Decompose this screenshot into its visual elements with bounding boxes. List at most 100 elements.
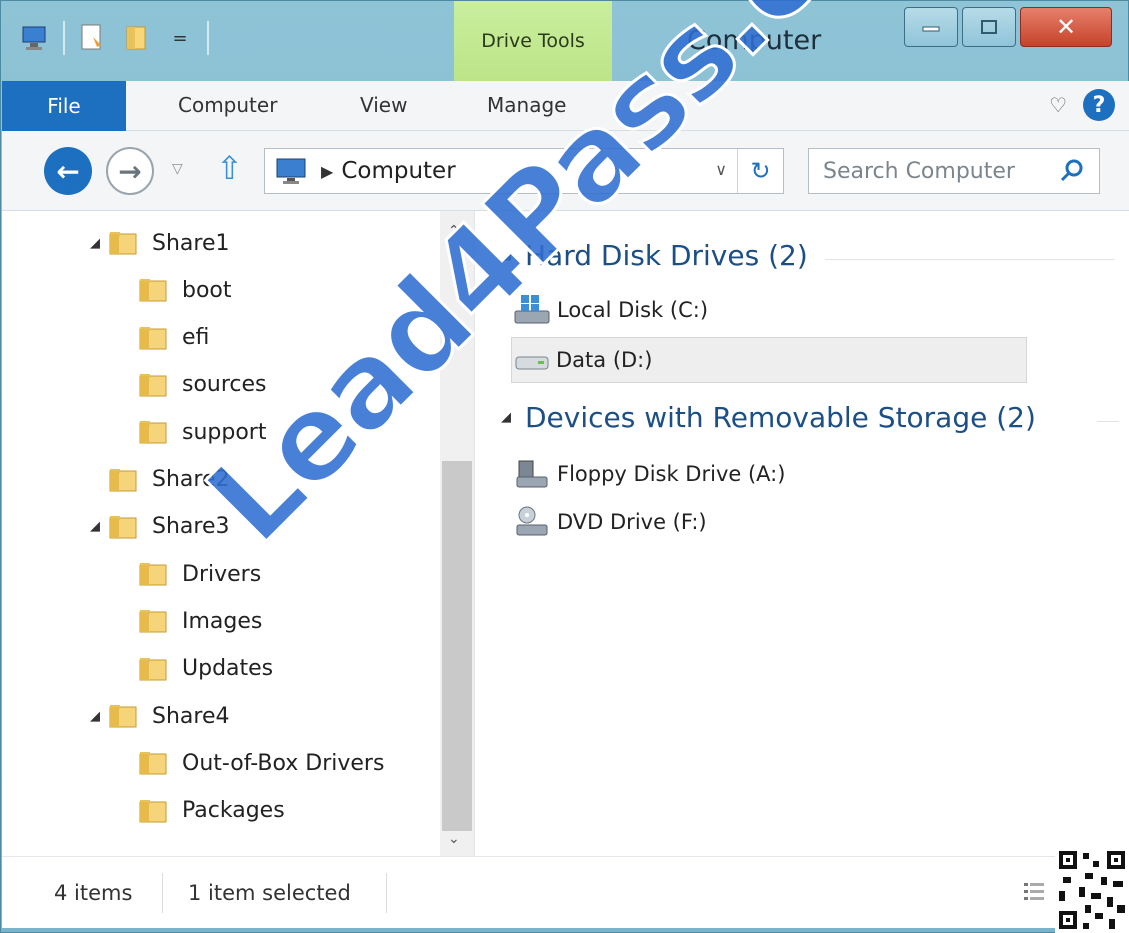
window-title: Computer [687, 25, 822, 56]
title-bar: = Drive Tools Computer ✕ [1, 1, 1129, 81]
tree-item[interactable]: ◢ Share4 [90, 696, 229, 736]
navigation-pane-scrollbar[interactable]: ⌃ ⌄ [440, 211, 474, 856]
qr-code-icon [1055, 847, 1129, 933]
tree-item[interactable]: Share2 [90, 460, 229, 500]
back-arrow-icon: ← [56, 154, 80, 188]
address-bar[interactable]: ▶ Computer ∨ ↻ [264, 148, 784, 194]
folder-icon [138, 654, 170, 684]
ribbon-tabs: File Computer View Manage ♡ ? [2, 81, 1129, 131]
tree-item-label: efi [182, 325, 210, 351]
breadcrumb-separator-icon[interactable]: ▶ [321, 162, 333, 181]
ribbon-right-controls: ♡ ? [1049, 89, 1115, 121]
tree-item[interactable]: Packages [134, 791, 285, 831]
collapse-group-icon[interactable]: ◢ [501, 248, 511, 263]
folder-icon [138, 606, 170, 636]
close-button[interactable]: ✕ [1020, 7, 1112, 47]
scroll-up-icon[interactable]: ⌃ [448, 223, 460, 239]
drive-tools-context-tab: Drive Tools [454, 1, 612, 81]
explorer-window: = Drive Tools Computer ✕ File Computer V… [0, 0, 1129, 933]
maximize-button[interactable] [962, 7, 1016, 47]
search-icon[interactable] [1057, 156, 1087, 186]
folder-icon [138, 559, 170, 589]
expanded-node-icon[interactable]: ◢ [90, 519, 108, 534]
tree-item-label: support [182, 419, 267, 445]
details-view-icon[interactable] [1022, 879, 1048, 905]
search-input[interactable]: Search Computer [808, 148, 1100, 194]
expanded-node-icon[interactable]: ◢ [90, 236, 108, 251]
folder-icon [138, 796, 170, 826]
tab-view[interactable]: View [360, 93, 407, 117]
item-count: 4 items [54, 881, 133, 905]
computer-icon [276, 158, 306, 184]
new-folder-icon[interactable] [119, 21, 153, 55]
tree-item-label: Drivers [182, 561, 262, 587]
minimize-icon [922, 26, 940, 32]
tree-item[interactable]: Images [134, 601, 262, 641]
tree-item[interactable]: efi [134, 318, 209, 358]
folder-icon [108, 465, 140, 495]
forward-button[interactable]: → [106, 147, 154, 195]
tree-item[interactable]: Out-of-Box Drivers [134, 743, 384, 783]
scrollbar-thumb[interactable] [442, 461, 472, 831]
collapse-group-icon[interactable]: ◢ [501, 410, 511, 425]
refresh-button[interactable]: ↻ [737, 149, 783, 193]
hard-drive-icon [515, 356, 549, 370]
properties-icon[interactable] [75, 21, 109, 55]
content-pane: ◢ Hard Disk Drives (2) Local Disk (C:) D… [475, 211, 1129, 856]
group-header-hard-disk-drives[interactable]: ◢ Hard Disk Drives (2) [501, 239, 808, 272]
tree-item-label: Updates [182, 656, 274, 682]
help-icon[interactable]: ? [1083, 89, 1115, 121]
computer-icon[interactable] [19, 21, 53, 55]
dvd-drive-icon [516, 506, 548, 536]
tree-item-label: sources [182, 372, 267, 398]
quick-access-toolbar: = [19, 21, 209, 55]
drive-label: Data (D:) [556, 348, 653, 372]
tree-item-label: Share4 [152, 703, 230, 729]
maximize-icon [981, 20, 997, 34]
local-disk-icon [514, 295, 550, 324]
selection-count: 1 item selected [188, 881, 351, 905]
back-button[interactable]: ← [44, 147, 92, 195]
toolbar-divider [207, 21, 209, 55]
folder-icon [138, 275, 170, 305]
status-bar: 4 items 1 item selected [2, 856, 1129, 928]
minimize-button[interactable] [904, 7, 958, 47]
tree-item[interactable]: Updates [134, 649, 273, 689]
status-divider [386, 873, 387, 913]
drive-item[interactable]: Local Disk (C:) [513, 287, 708, 333]
tree-item-label: Share1 [152, 230, 230, 256]
group-header-removable-storage[interactable]: ◢ Devices with Removable Storage (2) [501, 401, 1036, 434]
breadcrumb-computer[interactable]: Computer [341, 158, 455, 184]
drive-label: Floppy Disk Drive (A:) [557, 462, 786, 486]
up-arrow-icon: ⇧ [216, 149, 243, 187]
refresh-icon: ↻ [750, 157, 771, 185]
floppy-drive-icon [516, 460, 548, 488]
tree-item-label: Out-of-Box Drivers [182, 750, 385, 776]
group-divider [1097, 421, 1119, 422]
expanded-node-icon[interactable]: ◢ [90, 709, 108, 724]
folder-icon [138, 323, 170, 353]
tree-item[interactable]: boot [134, 270, 232, 310]
drive-item[interactable]: DVD Drive (F:) [513, 499, 707, 545]
drive-item-selected[interactable]: Data (D:) [511, 337, 1027, 383]
tab-file[interactable]: File [2, 81, 126, 131]
recent-locations-dropdown[interactable]: ▽ [172, 161, 183, 177]
tree-item[interactable]: ◢ Share1 [90, 223, 229, 263]
tree-item[interactable]: support [134, 412, 266, 452]
drive-label: Local Disk (C:) [557, 298, 709, 322]
close-icon: ✕ [1055, 13, 1077, 41]
tab-computer[interactable]: Computer [178, 93, 277, 117]
scroll-down-icon[interactable]: ⌄ [448, 831, 460, 847]
expand-ribbon-icon[interactable]: ♡ [1049, 93, 1067, 117]
customize-toolbar-icon[interactable]: = [163, 21, 197, 55]
up-button[interactable]: ⇧ [216, 149, 243, 187]
group-divider [825, 259, 1115, 260]
tab-manage[interactable]: Manage [487, 93, 566, 117]
tree-item-label: Packages [182, 798, 285, 824]
search-placeholder: Search Computer [823, 158, 1015, 184]
address-dropdown-icon[interactable]: ∨ [715, 160, 727, 179]
drive-item[interactable]: Floppy Disk Drive (A:) [513, 451, 785, 497]
tree-item[interactable]: ◢ Share3 [90, 507, 229, 547]
tree-item[interactable]: Drivers [134, 554, 261, 594]
tree-item[interactable]: sources [134, 365, 267, 405]
